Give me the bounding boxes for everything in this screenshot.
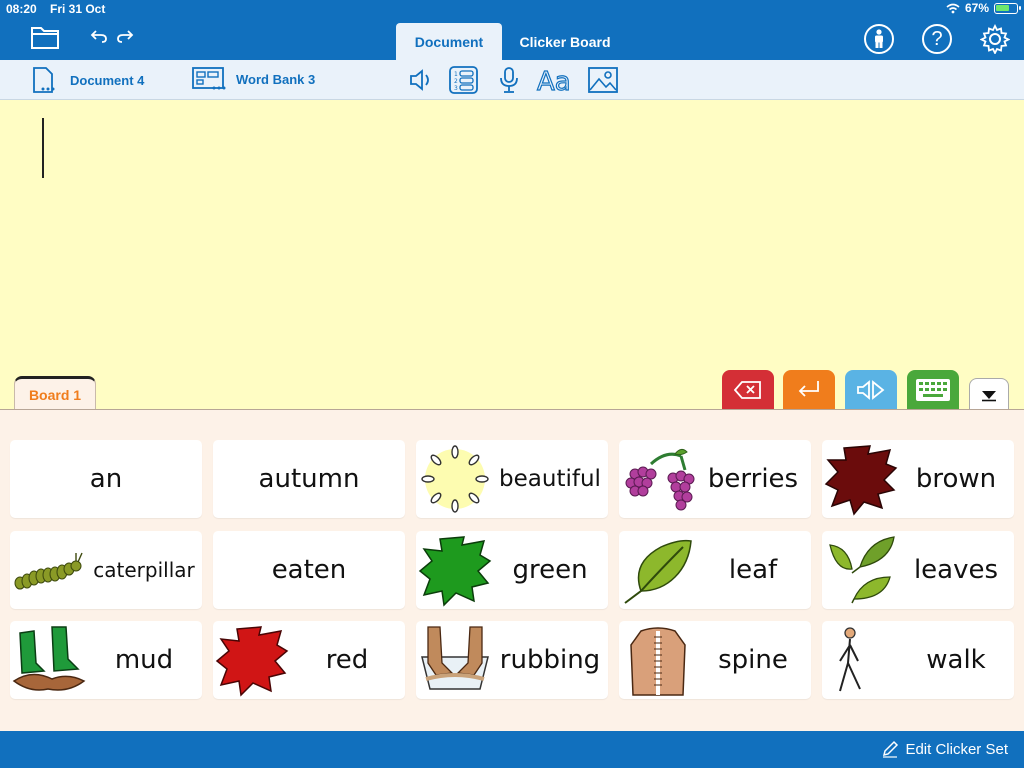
- wifi-icon: [946, 3, 960, 13]
- cell-label: green: [512, 555, 588, 585]
- word-cell-green[interactable]: green: [416, 531, 608, 609]
- cell-label: mud: [114, 645, 174, 675]
- word-cell-leaves[interactable]: leaves: [822, 531, 1014, 609]
- cell-label: eaten: [271, 555, 347, 585]
- enter-icon: [798, 381, 819, 397]
- font-icon[interactable]: Aa: [536, 66, 576, 98]
- svg-text:3: 3: [454, 85, 458, 92]
- speak-button[interactable]: [845, 370, 897, 410]
- redo-icon[interactable]: [116, 28, 134, 48]
- tab-board[interactable]: Board 1: [14, 376, 96, 410]
- word-cell-eaten[interactable]: eaten: [213, 531, 405, 609]
- spine-icon: [630, 627, 686, 696]
- word-cell-mud[interactable]: mud: [10, 621, 202, 699]
- edit-clicker-set-button[interactable]: Edit Clicker Set: [881, 740, 1008, 758]
- collapse-icon: [982, 390, 996, 401]
- gear-icon[interactable]: [979, 23, 1011, 58]
- wordbank-name: Word Bank 3: [236, 71, 316, 87]
- keyboard-icon: [916, 379, 950, 401]
- sparkle-icon: [421, 445, 489, 513]
- cell-label: spine: [718, 645, 788, 675]
- document-toolbar: Document 4 Word Bank 3 123 Aa: [0, 60, 1024, 100]
- document-name: Document 4: [70, 72, 145, 88]
- undo-icon[interactable]: [90, 28, 108, 48]
- cell-label: caterpillar: [93, 558, 195, 582]
- wordbank-icon: [192, 67, 226, 90]
- image-icon[interactable]: [588, 66, 618, 98]
- battery-icon: [994, 2, 1021, 14]
- word-cell-brown[interactable]: brown: [822, 440, 1014, 518]
- tab-document[interactable]: Document: [396, 23, 502, 60]
- top-bar: 08:20 Fri 31 Oct 67% Document Clicker Bo…: [0, 0, 1024, 60]
- cell-label: an: [89, 464, 123, 494]
- collapse-button[interactable]: [969, 378, 1009, 410]
- speak-icon: [857, 380, 885, 400]
- board-divider: [0, 409, 1024, 410]
- svg-text:1: 1: [454, 71, 458, 78]
- walking-person-icon: [839, 627, 861, 692]
- green-blob-icon: [418, 536, 492, 607]
- text-caret: [42, 118, 44, 178]
- brown-blob-icon: [824, 445, 898, 516]
- wordbank-selector[interactable]: Word Bank 3: [192, 66, 315, 92]
- battery-level: [996, 4, 1009, 11]
- word-cell-red[interactable]: red: [213, 621, 405, 699]
- cell-label: beautiful: [499, 466, 601, 492]
- muddy-boots-icon: [12, 626, 86, 691]
- document-icon: [33, 67, 55, 93]
- status-right: 67%: [946, 1, 1021, 15]
- status-time: 08:20: [6, 2, 37, 16]
- keyboard-button[interactable]: [907, 370, 959, 410]
- status-date: Fri 31 Oct: [50, 2, 106, 16]
- cell-label: leaf: [728, 555, 778, 585]
- folder-icon[interactable]: [30, 24, 60, 54]
- svg-text:Aa: Aa: [537, 67, 571, 94]
- person-icon[interactable]: [864, 24, 894, 54]
- word-cell-autumn[interactable]: autumn: [213, 440, 405, 518]
- red-blob-icon: [215, 626, 289, 697]
- document-text-area[interactable]: [0, 100, 1024, 410]
- word-cell-beautiful[interactable]: beautiful: [416, 440, 608, 518]
- cell-label: berries: [707, 464, 799, 494]
- cell-label: brown: [915, 464, 997, 494]
- cell-label: walk: [926, 645, 986, 675]
- cell-label: rubbing: [499, 645, 601, 675]
- battery-percent: 67%: [964, 1, 989, 15]
- word-cell-berries[interactable]: berries: [619, 440, 811, 518]
- microphone-icon[interactable]: [498, 66, 520, 98]
- hands-rubbing-icon: [421, 626, 489, 690]
- status-bar: 08:20 Fri 31 Oct 67%: [0, 0, 1024, 18]
- cell-label: red: [325, 645, 369, 675]
- word-cell-walk[interactable]: walk: [822, 621, 1014, 699]
- help-icon[interactable]: ?: [922, 24, 952, 54]
- enter-button[interactable]: [783, 370, 835, 410]
- leaf-icon: [624, 539, 692, 604]
- document-selector[interactable]: Document 4: [30, 66, 144, 94]
- word-cell-an[interactable]: an: [10, 440, 202, 518]
- caterpillar-icon: [14, 552, 83, 590]
- svg-text:2: 2: [454, 78, 458, 85]
- cell-label: leaves: [913, 555, 999, 585]
- word-cell-leaf[interactable]: leaf: [619, 531, 811, 609]
- backspace-button[interactable]: [722, 370, 774, 410]
- word-cell-spine[interactable]: spine: [619, 621, 811, 699]
- word-cell-caterpillar[interactable]: caterpillar: [10, 531, 202, 609]
- speaker-icon[interactable]: [408, 66, 434, 98]
- backspace-icon: [734, 381, 761, 399]
- pencil-icon: [883, 740, 899, 758]
- berries-icon: [625, 448, 695, 511]
- bottom-bar: Edit Clicker Set: [0, 731, 1024, 768]
- tab-clicker-board[interactable]: Clicker Board: [505, 23, 625, 60]
- leaves-icon: [829, 536, 895, 604]
- edit-clicker-set-label: Edit Clicker Set: [905, 740, 1008, 758]
- cell-label: autumn: [258, 464, 360, 494]
- word-cell-rubbing[interactable]: rubbing: [416, 621, 608, 699]
- numbered-list-icon[interactable]: 123: [449, 66, 479, 98]
